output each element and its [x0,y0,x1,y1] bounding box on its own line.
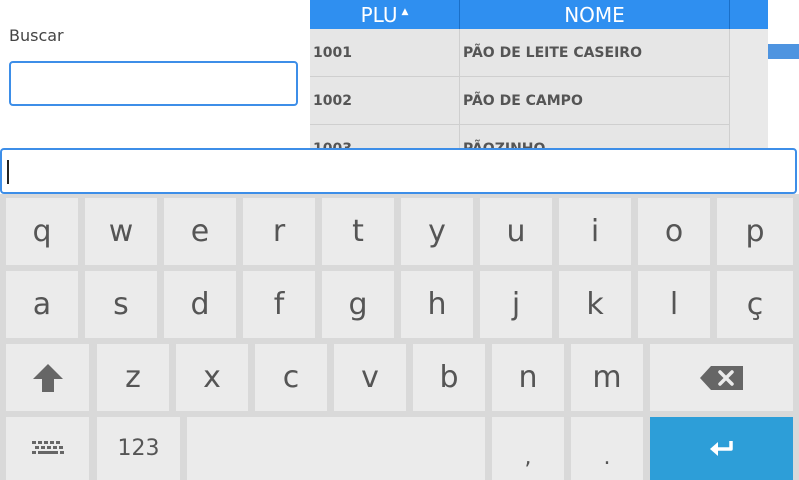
product-table: PLU ▲ NOME 1001 PÃO DE LEITE CASEIRO 100… [310,0,768,148]
app-root: Buscar PLU ▲ NOME 1001 PÃO DE LEITE CASE… [0,0,799,480]
text-caret [7,160,9,184]
cell-nome: PÃOZINHO [460,125,730,148]
enter-icon [709,440,733,456]
key-f[interactable]: f [243,271,315,338]
keyboard-icon [31,440,64,454]
key-x[interactable]: x [176,344,248,411]
cell-plu: 1001 [310,29,460,76]
key-m[interactable]: m [571,344,643,411]
key-y[interactable]: y [401,198,473,265]
key-t[interactable]: t [322,198,394,265]
key-p[interactable]: p [717,198,793,265]
backspace-icon [699,365,743,390]
keyboard-settings-key[interactable] [6,417,89,480]
key-o[interactable]: o [638,198,710,265]
space-key[interactable] [187,417,485,480]
key-r[interactable]: r [243,198,315,265]
table-row[interactable]: 1002 PÃO DE CAMPO [310,77,730,125]
table-body: 1001 PÃO DE LEITE CASEIRO 1002 PÃO DE CA… [310,29,730,148]
scrollbar-thumb[interactable] [768,44,799,59]
key-q[interactable]: q [6,198,78,265]
comma-key[interactable]: , [492,417,564,480]
search-input[interactable] [9,61,298,106]
period-key[interactable]: . [571,417,643,480]
key-w[interactable]: w [85,198,157,265]
cell-nome: PÃO DE LEITE CASEIRO [460,29,730,76]
cell-plu: 1003 [310,125,460,148]
sort-asc-icon: ▲ [401,6,409,17]
key-k[interactable]: k [559,271,631,338]
table-row[interactable]: 1001 PÃO DE LEITE CASEIRO [310,29,730,77]
key-d[interactable]: d [164,271,236,338]
key-n[interactable]: n [492,344,564,411]
column-header-nome[interactable]: NOME [460,0,730,29]
key-s[interactable]: s [85,271,157,338]
column-header-plu-label: PLU [360,2,398,27]
table-row[interactable]: 1003 PÃOZINHO [310,125,730,148]
key-c[interactable]: c [255,344,327,411]
key-g[interactable]: g [322,271,394,338]
key-a[interactable]: a [6,271,78,338]
key-b[interactable]: b [413,344,485,411]
on-screen-keyboard: q w e r t y u i o p a s d f g h j k l ç … [0,194,799,480]
key-e[interactable]: e [164,198,236,265]
table-header: PLU ▲ NOME [310,0,768,29]
shift-key[interactable] [6,344,89,411]
key-h[interactable]: h [401,271,473,338]
search-label: Buscar [9,26,64,45]
backspace-key[interactable] [650,344,793,411]
numbers-key[interactable]: 123 [97,417,180,480]
cell-nome: PÃO DE CAMPO [460,77,730,124]
key-z[interactable]: z [97,344,169,411]
key-l[interactable]: l [638,271,710,338]
column-header-nome-label: NOME [564,2,625,27]
column-header-plu[interactable]: PLU ▲ [310,0,460,29]
key-v[interactable]: v [334,344,406,411]
keyboard-text-input[interactable] [0,148,797,194]
key-j[interactable]: j [480,271,552,338]
key-c-cedilla[interactable]: ç [717,271,793,338]
key-i[interactable]: i [559,198,631,265]
scrollbar-track[interactable] [730,29,768,148]
key-u[interactable]: u [480,198,552,265]
column-header-spacer [730,0,768,29]
shift-icon [32,363,63,392]
cell-plu: 1002 [310,77,460,124]
enter-key[interactable] [650,417,793,480]
